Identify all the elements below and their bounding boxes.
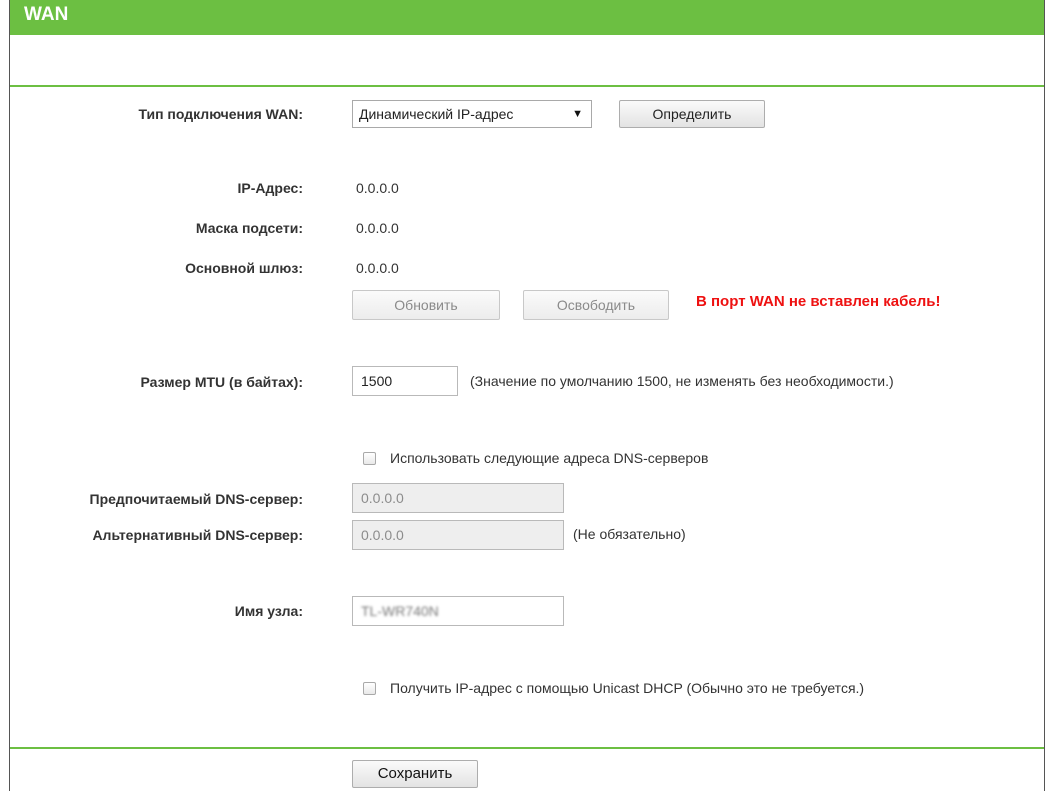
- cable-error-message: В порт WAN не вставлен кабель!: [696, 293, 941, 310]
- bottom-divider: [10, 747, 1044, 749]
- hostname-label: Имя узла:: [234, 603, 303, 619]
- conn-type-select[interactable]: Динамический IP-адрес ▼: [352, 100, 592, 128]
- ip-label: IP-Адрес:: [237, 180, 304, 196]
- secondary-dns-input[interactable]: 0.0.0.0: [352, 520, 564, 550]
- detect-button[interactable]: Определить: [619, 100, 765, 128]
- primary-dns-label: Предпочитаемый DNS-сервер:: [89, 491, 304, 507]
- unicast-checkbox[interactable]: [363, 682, 376, 695]
- mtu-label: Размер MTU (в байтах):: [140, 374, 303, 390]
- page-title: WAN: [10, 0, 1044, 35]
- mask-label: Маска подсети:: [195, 220, 303, 236]
- wan-panel: WAN Тип подключения WAN: Динамический IP…: [9, 0, 1045, 791]
- renew-button[interactable]: Обновить: [352, 290, 500, 320]
- conn-type-label: Тип подключения WAN:: [138, 106, 303, 122]
- use-dns-checkbox[interactable]: [363, 452, 376, 465]
- use-dns-label: Использовать следующие адреса DNS-сервер…: [390, 450, 709, 466]
- primary-dns-input[interactable]: 0.0.0.0: [352, 483, 564, 513]
- mtu-hint: (Значение по умолчанию 1500, не изменять…: [470, 373, 894, 389]
- mtu-input[interactable]: 1500: [352, 366, 458, 396]
- hostname-input[interactable]: TL-WR740N: [352, 596, 564, 626]
- top-divider: [10, 85, 1044, 87]
- secondary-dns-label: Альтернативный DNS-сервер:: [92, 527, 303, 543]
- unicast-label: Получить IP-адрес с помощью Unicast DHCP…: [390, 680, 865, 696]
- ip-value: 0.0.0.0: [356, 180, 399, 196]
- conn-type-selected: Динамический IP-адрес: [359, 106, 514, 122]
- hostname-value: TL-WR740N: [361, 603, 439, 619]
- mask-value: 0.0.0.0: [356, 220, 399, 236]
- save-button[interactable]: Сохранить: [352, 760, 478, 788]
- gateway-label: Основной шлюз:: [185, 260, 303, 276]
- secondary-dns-hint: (Не обязательно): [573, 526, 686, 542]
- gateway-value: 0.0.0.0: [356, 260, 399, 276]
- release-button[interactable]: Освободить: [523, 290, 669, 320]
- dropdown-arrow-icon: ▼: [572, 108, 583, 120]
